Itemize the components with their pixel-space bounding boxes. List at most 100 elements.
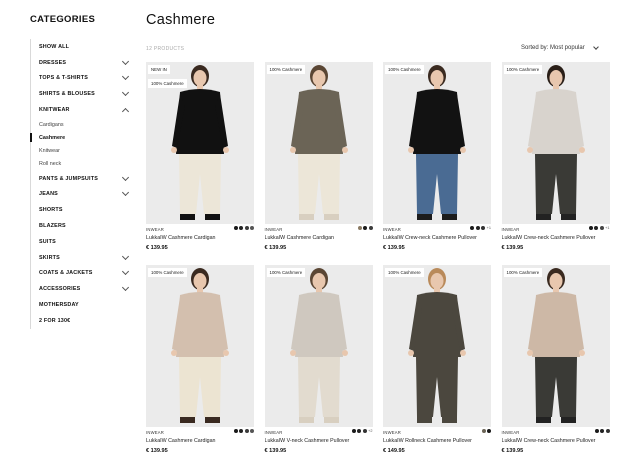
sidebar-item-jeans[interactable]: JEANS	[39, 187, 130, 203]
color-swatch[interactable]	[588, 226, 593, 230]
more-colors-count: +2	[368, 429, 373, 433]
color-swatches	[357, 226, 373, 230]
product-price: € 139.95	[501, 245, 524, 251]
product-image[interactable]: 100% Cashmere	[501, 62, 610, 224]
sort-dropdown[interactable]: Sorted by: Most popular	[521, 44, 599, 51]
color-swatch[interactable]	[481, 429, 486, 433]
color-swatch[interactable]	[470, 226, 475, 230]
sidebar-item-2-for-130[interactable]: 2 FOR 130€	[39, 313, 130, 329]
color-swatch[interactable]	[244, 429, 249, 433]
sidebar-subitem-cardigans[interactable]: Cardigans	[39, 118, 130, 131]
color-swatch[interactable]	[239, 429, 243, 433]
chevron-down-icon	[121, 189, 130, 197]
sidebar-item-skirts[interactable]: SKIRTS	[39, 250, 130, 266]
color-swatches: +1	[588, 226, 610, 230]
product-card[interactable]: 100% Cashmere INWEAR LukkaIW Crew-neck Cas…	[501, 265, 610, 467]
product-card[interactable]: 100% Cashmere INWEAR LukkaIW Crew-neck Cas…	[501, 62, 610, 265]
color-swatch[interactable]	[357, 429, 362, 433]
product-count: 12 PRODUCTS	[146, 46, 185, 52]
color-swatch[interactable]	[600, 429, 604, 433]
color-swatch[interactable]	[594, 226, 599, 230]
color-swatch[interactable]	[357, 226, 362, 230]
color-swatch[interactable]	[351, 429, 356, 433]
color-swatch[interactable]	[233, 226, 238, 230]
sidebar-item-coats-jackets[interactable]: COATS & JACKETS	[39, 266, 130, 282]
sidebar-item-suits[interactable]: SUITS	[39, 234, 130, 250]
sidebar-item-mothersday[interactable]: MOTHERSDAY	[39, 297, 130, 313]
product-grid: NEW IN 100% Cashmere INWEAR LukkaIW Cashmer…	[146, 62, 610, 467]
product-name[interactable]: LukkaIW Rollneck Cashmere Pullover	[383, 438, 491, 444]
product-card[interactable]: 100% Cashmere INWEAR LukkaIW Rollneck Cash…	[383, 265, 491, 467]
product-name[interactable]: LukkaIW Cashmere Cardigan	[265, 235, 373, 241]
product-image[interactable]: 100% Cashmere	[501, 265, 610, 427]
product-name[interactable]: LukkaIW Cashmere Cardigan	[146, 235, 254, 241]
color-swatch[interactable]	[481, 226, 486, 230]
product-brand: INWEAR	[383, 430, 401, 435]
sidebar-item-dresses[interactable]: DRESSES	[39, 55, 130, 71]
sidebar-item-show-all[interactable]: SHOW ALL	[39, 39, 130, 55]
chevron-up-icon	[121, 108, 130, 116]
color-swatch[interactable]	[244, 226, 249, 230]
sidebar-item-label: SUITS	[39, 238, 56, 245]
sidebar-item-shirts-blouses[interactable]: SHIRTS & BLOUSES	[39, 86, 130, 102]
product-image[interactable]: 100% Cashmere	[264, 62, 373, 224]
color-swatches: +2	[351, 429, 373, 433]
sidebar-subitem-knitwear[interactable]: Knitwear	[39, 144, 130, 157]
color-swatch[interactable]	[475, 226, 480, 230]
product-name[interactable]: LukkaIW V-neck Cashmere Pullover	[265, 438, 373, 444]
more-colors-count: +1	[605, 226, 610, 230]
product-badge: 100% Cashmere	[385, 268, 424, 278]
sidebar-subitem-roll-neck[interactable]: Roll neck	[39, 158, 130, 171]
product-meta: INWEAR LukkaIW Cashmere Cardigan € 139.95	[146, 427, 254, 467]
color-swatch[interactable]	[599, 226, 604, 230]
category-list: SHOW ALL DRESSES TOPS & T-SHIRTS SHIRTS & B…	[30, 39, 130, 329]
sidebar-item-tops-t-shirts[interactable]: TOPS & T-SHIRTS	[39, 71, 130, 87]
product-price: € 139.95	[146, 245, 168, 251]
color-swatch[interactable]	[233, 429, 238, 433]
model-figure	[383, 62, 491, 224]
sidebar-item-knitwear[interactable]: KNITWEAR	[39, 102, 130, 118]
category-sidebar: CATEGORIES SHOW ALL DRESSES TOPS & T-SHIRT…	[30, 14, 130, 329]
product-image[interactable]: NEW IN 100% Cashmere	[146, 62, 254, 224]
model-figure	[501, 265, 610, 427]
product-name[interactable]: LukkaIW Crew-neck Cashmere Pullover	[502, 235, 610, 241]
color-swatches	[233, 429, 254, 433]
product-card[interactable]: NEW IN 100% Cashmere INWEAR LukkaIW Cashmer…	[146, 62, 254, 265]
product-image[interactable]: 100% Cashmere	[264, 265, 373, 427]
sidebar-subitem-cashmere[interactable]: Cashmere	[30, 131, 130, 144]
color-swatch[interactable]	[250, 226, 254, 230]
color-swatch[interactable]	[605, 429, 610, 433]
color-swatch[interactable]	[250, 429, 254, 433]
sidebar-item-accessories[interactable]: ACCESSORIES	[39, 281, 130, 297]
product-name[interactable]: LukkaIW Cashmere Cardigan	[146, 438, 254, 444]
sidebar-item-label: MOTHERSDAY	[39, 302, 79, 308]
sidebar-item-label: ACCESSORIES	[39, 286, 81, 293]
color-swatch[interactable]	[239, 226, 243, 230]
more-colors-count: +1	[486, 226, 491, 230]
sidebar-item-label: DRESSES	[39, 59, 67, 66]
product-image[interactable]: 100% Cashmere	[146, 265, 254, 427]
chevron-down-icon	[121, 73, 130, 81]
color-swatch[interactable]	[487, 429, 491, 433]
product-image[interactable]: 100% Cashmere	[383, 265, 491, 427]
product-card[interactable]: 100% Cashmere INWEAR LukkaIW V-neck Cashme…	[264, 265, 373, 467]
model-figure	[146, 265, 254, 427]
product-card[interactable]: 100% Cashmere INWEAR LukkaIW Cashmere Card…	[146, 265, 254, 467]
color-swatch[interactable]	[594, 429, 599, 433]
product-badge: 100% Cashmere	[385, 65, 424, 75]
product-name[interactable]: LukkaIW Crew-neck Cashmere Pullover	[502, 438, 610, 444]
product-name[interactable]: LukkaIW Crew-neck Cashmere Pullover	[383, 235, 491, 241]
product-card[interactable]: 100% Cashmere INWEAR LukkaIW Crew-neck Cas…	[383, 62, 491, 265]
product-card[interactable]: 100% Cashmere INWEAR LukkaIW Cashmere Card…	[264, 62, 373, 265]
color-swatch[interactable]	[368, 226, 373, 230]
product-brand: INWEAR	[501, 430, 520, 435]
color-swatch[interactable]	[362, 429, 367, 433]
sidebar-item-shorts[interactable]: SHORTS	[39, 202, 130, 218]
sidebar-item-blazers[interactable]: BLAZERS	[39, 218, 130, 234]
sidebar-item-pants-jumpsuits[interactable]: PANTS & JUMPSUITS	[39, 171, 130, 187]
product-brand: INWEAR	[264, 227, 283, 232]
color-swatch[interactable]	[363, 226, 367, 230]
product-image[interactable]: 100% Cashmere	[383, 62, 491, 224]
product-price: € 149.95	[383, 448, 405, 454]
chevron-down-icon	[121, 284, 130, 292]
